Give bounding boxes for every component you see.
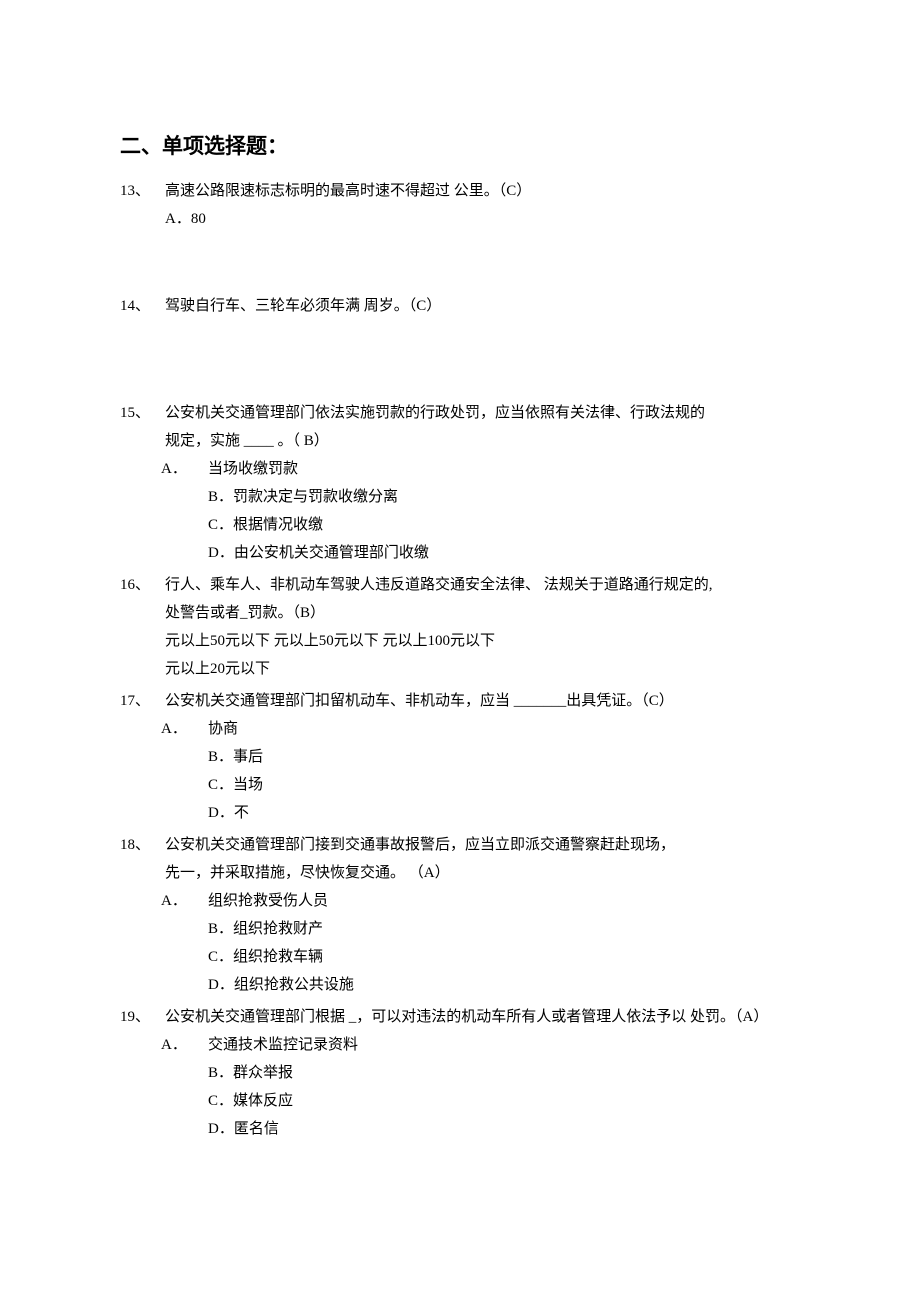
option-label: A． — [161, 717, 208, 741]
question-19: 19、 公安机关交通管理部门根据 _，可以对违法的机动车所有人或者管理人依法予以… — [120, 1005, 800, 1141]
section-title: 二、单项选择题： — [120, 130, 800, 164]
option-label: A． — [161, 889, 208, 913]
option-c: C．组织抢救车辆 — [120, 945, 800, 969]
option-d: D．匿名信 — [120, 1117, 800, 1141]
question-options-inline: 元以上50元以下 元以上50元以下 元以上100元以下 — [120, 629, 800, 653]
question-text: 行人、乘车人、非机动车驾驶人违反道路交通安全法律、 法规关于道路通行规定的, — [165, 573, 800, 597]
option-d: D．组织抢救公共设施 — [120, 973, 800, 997]
question-number: 13、 — [120, 179, 165, 203]
option-text: 80 — [191, 211, 206, 227]
option-b: B．事后 — [120, 745, 800, 769]
question-options-inline: 元以上20元以下 — [120, 657, 800, 681]
option-text: 当场收缴罚款 — [208, 457, 298, 481]
question-number: 15、 — [120, 401, 165, 425]
question-18: 18、 公安机关交通管理部门接到交通事故报警后，应当立即派交通警察赶赴现场， 先… — [120, 833, 800, 997]
option-c: C．媒体反应 — [120, 1089, 800, 1113]
option-label: A． — [165, 211, 191, 227]
question-text: 驾驶自行车、三轮车必须年满 周岁。（C） — [165, 294, 800, 318]
question-text: 公安机关交通管理部门根据 _，可以对违法的机动车所有人或者管理人依法予以 处罚。… — [165, 1005, 800, 1029]
option-c: C．根据情况收缴 — [120, 513, 800, 537]
option-d: D．不 — [120, 801, 800, 825]
question-text-cont: 规定，实施 ____ 。（ B） — [120, 429, 800, 453]
question-number: 17、 — [120, 689, 165, 713]
question-text: 公安机关交通管理部门扣留机动车、非机动车，应当 _______出具凭证。（C） — [165, 689, 800, 713]
question-14: 14、 驾驶自行车、三轮车必须年满 周岁。（C） — [120, 294, 800, 318]
option-b: B．群众举报 — [120, 1061, 800, 1085]
option-text: 协商 — [208, 717, 238, 741]
option-b: B．罚款决定与罚款收缴分离 — [120, 485, 800, 509]
question-15: 15、 公安机关交通管理部门依法实施罚款的行政处罚，应当依照有关法律、行政法规的… — [120, 401, 800, 565]
question-number: 18、 — [120, 833, 165, 857]
question-17: 17、 公安机关交通管理部门扣留机动车、非机动车，应当 _______出具凭证。… — [120, 689, 800, 825]
question-text: 公安机关交通管理部门依法实施罚款的行政处罚，应当依照有关法律、行政法规的 — [165, 401, 800, 425]
option-b: B．组织抢救财产 — [120, 917, 800, 941]
question-number: 14、 — [120, 294, 165, 318]
question-13: 13、 高速公路限速标志标明的最高时速不得超过 公里。（C） A．80 — [120, 179, 800, 231]
question-text-cont: 先一，并采取措施，尽快恢复交通。 （A） — [120, 861, 800, 885]
question-text: 高速公路限速标志标明的最高时速不得超过 公里。（C） — [165, 179, 800, 203]
question-number: 16、 — [120, 573, 165, 597]
question-16: 16、 行人、乘车人、非机动车驾驶人违反道路交通安全法律、 法规关于道路通行规定… — [120, 573, 800, 681]
question-text: 公安机关交通管理部门接到交通事故报警后，应当立即派交通警察赶赴现场， — [165, 833, 800, 857]
question-text-cont: 处警告或者_罚款。（B） — [120, 601, 800, 625]
question-number: 19、 — [120, 1005, 165, 1029]
option-label: A． — [161, 457, 208, 481]
option-text: 交通技术监控记录资料 — [208, 1033, 358, 1057]
option-text: 组织抢救受伤人员 — [208, 889, 328, 913]
option-label: A． — [161, 1033, 208, 1057]
option-c: C．当场 — [120, 773, 800, 797]
option-d: D．由公安机关交通管理部门收缴 — [120, 541, 800, 565]
